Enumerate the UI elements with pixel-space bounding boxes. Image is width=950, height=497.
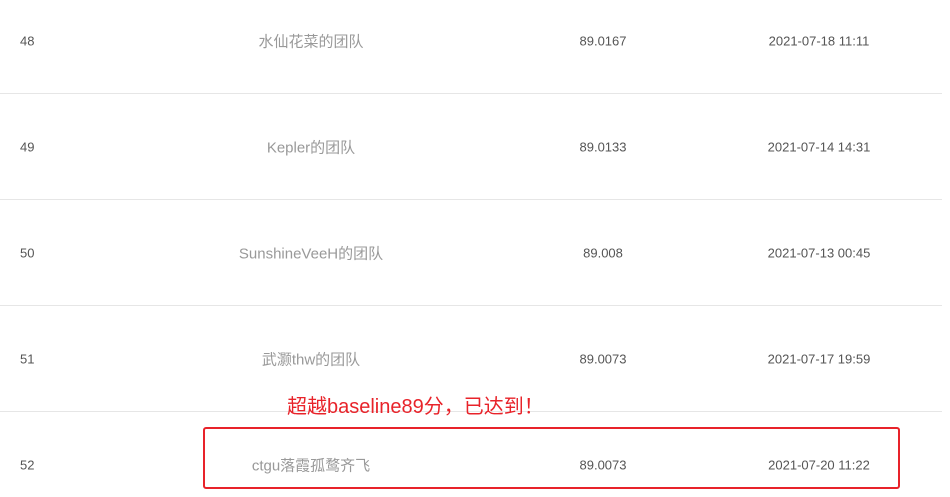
annotation-text: 超越baseline89分，已达到！ <box>287 396 544 418</box>
table-row: 50 SunshineVeeH的团队 89.008 2021-07-13 00:… <box>0 200 942 306</box>
team-name-cell[interactable]: 水仙花菜的团队 <box>258 30 363 51</box>
submit-time-cell: 2021-07-13 00:45 <box>767 245 871 260</box>
leaderboard-table: 48 水仙花菜的团队 89.0167 2021-07-18 11:11 49 K… <box>0 0 950 497</box>
submit-time-cell: 2021-07-17 19:59 <box>767 351 871 366</box>
highlight-box <box>203 427 900 489</box>
team-name-cell[interactable]: 武灏thw的团队 <box>262 348 360 369</box>
rank-cell: 52 <box>20 457 35 473</box>
score-cell: 89.0133 <box>579 139 627 154</box>
team-name-cell[interactable]: SunshineVeeH的团队 <box>239 242 383 263</box>
score-cell: 89.008 <box>583 245 623 260</box>
table-row: 48 水仙花菜的团队 89.0167 2021-07-18 11:11 <box>0 0 942 94</box>
rank-cell: 48 <box>20 33 35 48</box>
rank-cell: 50 <box>20 245 35 260</box>
table-row: 49 Kepler的团队 89.0133 2021-07-14 14:31 <box>0 94 942 200</box>
rank-cell: 49 <box>20 139 35 154</box>
score-cell: 89.0167 <box>579 33 627 48</box>
submit-time-cell: 2021-07-14 14:31 <box>767 139 871 154</box>
rank-cell: 51 <box>20 351 35 366</box>
submit-time-cell: 2021-07-18 11:11 <box>768 33 870 48</box>
score-cell: 89.0073 <box>579 351 627 366</box>
team-name-cell[interactable]: Kepler的团队 <box>267 136 355 157</box>
